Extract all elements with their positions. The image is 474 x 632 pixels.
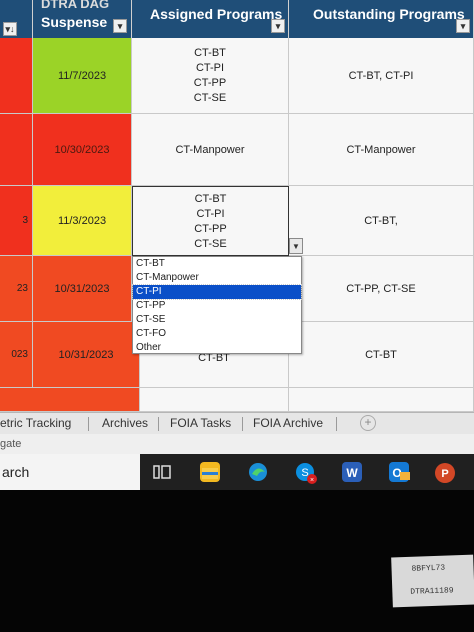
svg-text:P: P xyxy=(441,468,448,480)
cell-row3-suspense[interactable]: 11/3/2023 xyxy=(33,186,132,256)
powerpoint-icon[interactable]: P xyxy=(434,462,455,483)
assigned-item: CT-BT xyxy=(194,47,226,59)
dropdown-option[interactable]: Other xyxy=(133,341,301,355)
cell-row6-assigned[interactable] xyxy=(140,388,289,412)
add-sheet-icon[interactable]: + xyxy=(360,415,376,431)
word-icon[interactable]: W xyxy=(342,462,362,482)
tab-separator xyxy=(88,417,89,431)
taskbar: arch S × W O P xyxy=(0,454,474,490)
header-outstanding-label: Outstanding Programs xyxy=(313,6,465,22)
asset-tag-sticker: 8BFYL73 DTRA11189 xyxy=(391,554,474,608)
cell-row4-suspense[interactable]: 10/31/2023 xyxy=(33,256,132,322)
tab-metric-tracking[interactable]: etric Tracking xyxy=(0,416,71,430)
header-suspense-label: Suspense xyxy=(41,14,108,30)
skype-icon[interactable]: S × xyxy=(295,462,317,484)
tab-foia-archive[interactable]: FOIA Archive xyxy=(253,416,323,430)
header-left-column: ▾↓ xyxy=(0,0,33,38)
file-explorer-icon[interactable] xyxy=(200,462,220,482)
edge-icon[interactable] xyxy=(248,462,268,482)
filter-icon[interactable]: ▾ xyxy=(113,19,127,33)
filter-icon[interactable]: ▾ xyxy=(271,19,285,33)
cell-row3-outstanding[interactable]: CT-BT, xyxy=(289,186,474,256)
cell-row2-outstanding[interactable]: CT-Manpower xyxy=(289,114,474,186)
cell-row1-left[interactable] xyxy=(0,38,33,114)
cell-row2-suspense[interactable]: 10/30/2023 xyxy=(33,114,132,186)
tab-separator xyxy=(158,417,159,431)
cell-row4-outstanding[interactable]: CT-PP, CT-SE xyxy=(289,256,474,322)
cell-row2-assigned[interactable]: CT-Manpower xyxy=(132,114,289,186)
cell-row1-assigned[interactable]: CT-BT CT-PI CT-PP CT-SE xyxy=(132,38,289,114)
header-assigned-label: Assigned Programs xyxy=(150,6,283,22)
header-assigned-programs: Assigned Programs ▾ xyxy=(132,0,289,38)
tab-archives[interactable]: Archives xyxy=(102,416,148,430)
cell-row3-assigned-active[interactable]: CT-BT CT-PI CT-PP CT-SE xyxy=(132,186,289,256)
assigned-item: CT-SE xyxy=(194,237,227,250)
cell-row5-suspense[interactable]: 10/31/2023 xyxy=(33,322,140,388)
cell-row5-outstanding[interactable]: CT-BT xyxy=(289,322,474,388)
assigned-item: CT-PI xyxy=(195,62,225,74)
asset-tag-line2: DTRA11189 xyxy=(410,586,454,597)
assigned-item: CT-PI xyxy=(196,207,225,220)
tab-separator xyxy=(336,417,337,431)
dropdown-option[interactable]: CT-Manpower xyxy=(133,271,301,285)
dropdown-option[interactable]: CT-PP xyxy=(133,299,301,313)
outlook-icon[interactable]: O xyxy=(389,462,410,482)
assigned-item: CT-PP xyxy=(194,222,227,235)
task-view-icon[interactable] xyxy=(152,462,172,482)
header-suspense-top: DTRA DAG xyxy=(41,0,110,11)
data-validation-dropdown[interactable]: CT-BT CT-Manpower CT-PI CT-PP CT-SE CT-F… xyxy=(132,256,302,354)
assigned-item: CT-SE xyxy=(193,92,227,104)
header-outstanding-programs: Outstanding Programs ▾ xyxy=(289,0,474,38)
cell-row6-left[interactable] xyxy=(0,388,140,412)
header-suspense: DTRA DAG Suspense ▾ xyxy=(33,0,132,38)
taskbar-search-box[interactable]: arch xyxy=(0,454,140,490)
cell-row6-outstanding[interactable] xyxy=(289,388,474,412)
cell-row2-left[interactable] xyxy=(0,114,33,186)
cell-row1-suspense[interactable]: 11/7/2023 xyxy=(33,38,132,114)
filter-icon[interactable]: ▾ xyxy=(456,19,470,33)
assigned-item: CT-BT xyxy=(194,192,227,205)
cell-row4-left[interactable]: 23 xyxy=(0,256,33,322)
status-text: gate xyxy=(0,438,22,450)
svg-text:×: × xyxy=(310,477,314,484)
dropdown-option[interactable]: CT-BT xyxy=(133,257,301,271)
dropdown-option-selected[interactable]: CT-PI xyxy=(132,284,302,300)
cell-row1-outstanding[interactable]: CT-BT, CT-PI xyxy=(289,38,474,114)
dropdown-arrow-icon[interactable]: ▼ xyxy=(289,238,303,254)
sort-filter-icon[interactable]: ▾↓ xyxy=(3,22,17,36)
assigned-item: CT-Manpower xyxy=(175,143,245,156)
dropdown-option[interactable]: CT-SE xyxy=(133,313,301,327)
cell-row3-left[interactable]: 3 xyxy=(0,186,33,256)
asset-tag-line1: 8BFYL73 xyxy=(411,563,446,574)
status-bar: gate xyxy=(0,434,474,454)
tab-separator xyxy=(242,417,243,431)
sheet-tabs-bar: etric Tracking Archives FOIA Tasks FOIA … xyxy=(0,412,474,434)
svg-text:W: W xyxy=(346,466,358,480)
assigned-item: CT-PP xyxy=(193,77,227,89)
tab-foia-tasks[interactable]: FOIA Tasks xyxy=(170,416,231,430)
dropdown-option[interactable]: CT-FO xyxy=(133,327,301,341)
cell-row5-left[interactable]: 023 xyxy=(0,322,33,388)
